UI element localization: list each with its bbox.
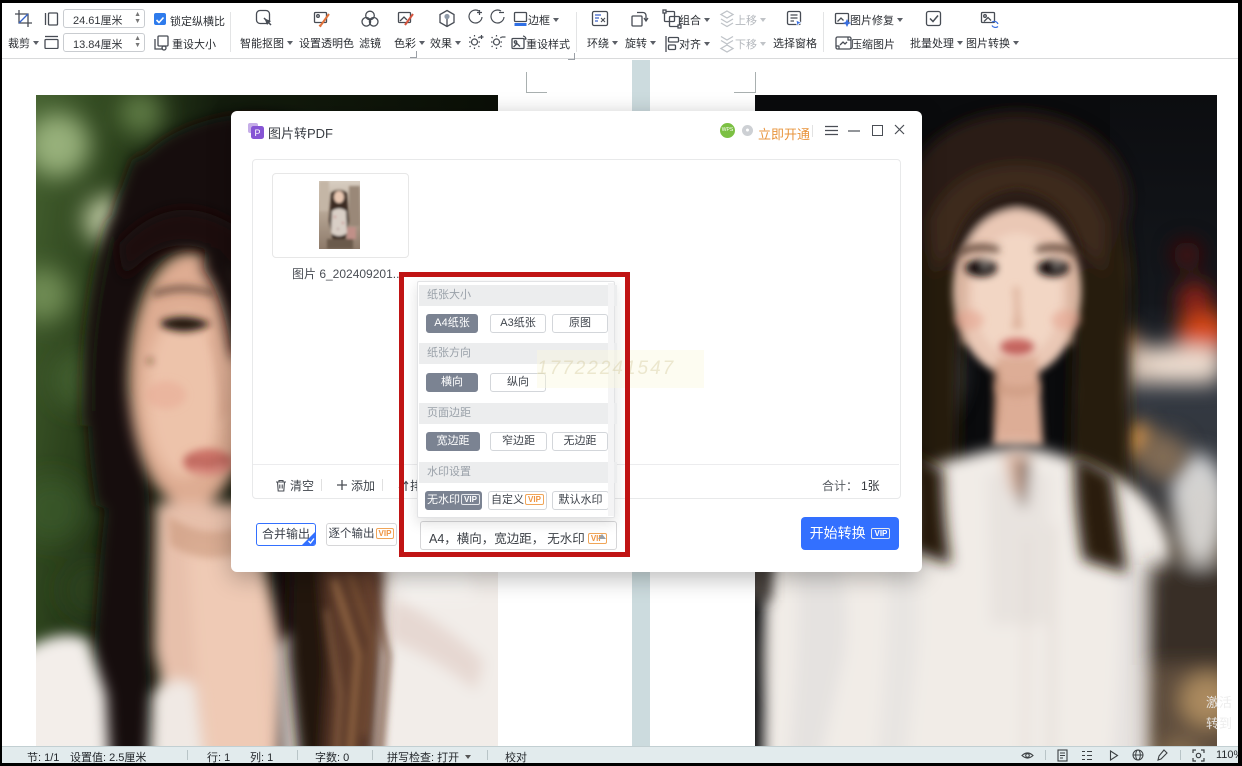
svg-text:P: P: [254, 128, 260, 138]
